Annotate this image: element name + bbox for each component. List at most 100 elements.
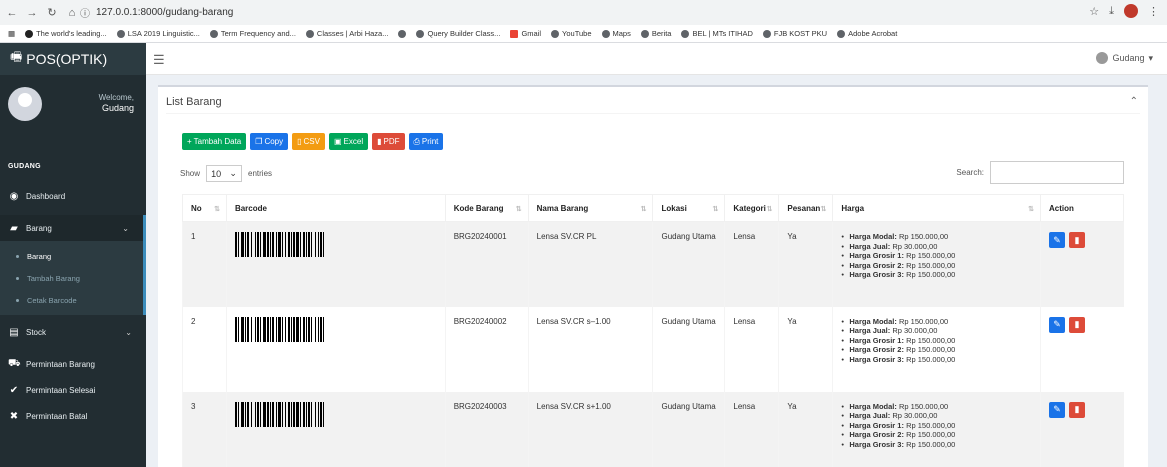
globe-icon	[305, 29, 314, 38]
sidebar-item-dashboard[interactable]: ◉ Dashboard	[0, 183, 146, 209]
user-panel: Welcome, Gudang	[0, 75, 146, 135]
globe-icon	[640, 29, 649, 38]
barcode-bar	[324, 402, 326, 427]
collapse-icon[interactable]: ⌃	[1130, 96, 1138, 107]
github-icon	[25, 29, 34, 38]
cell-no: 3	[182, 391, 227, 467]
bookmark-star-icon[interactable]: ☆	[1089, 5, 1099, 18]
sidebar: Welcome, Gudang GUDANG ◉ Dashboard ▰ Bar…	[0, 75, 146, 467]
column-header-no[interactable]: No ⇅	[182, 194, 227, 222]
table-row: 3 BRG20240003 Lensa SV.CR s+1.00 Gudang …	[182, 391, 1124, 467]
sidebar-item-barang[interactable]: ▰ Barang ⌄	[0, 215, 146, 241]
edit-button[interactable]: ✎	[1049, 401, 1066, 418]
pdf-button[interactable]: ▮ PDF	[372, 133, 405, 150]
harga-item: Harga Modal: Rp 150.000,00	[841, 402, 1032, 412]
bookmark-item[interactable]	[398, 29, 407, 38]
cell-kategori: Lensa	[724, 391, 779, 467]
cell-harga: Harga Modal: Rp 150.000,00 Harga Jual: R…	[832, 221, 1041, 307]
sort-icon: ⇅	[640, 206, 647, 213]
harga-item: Harga Grosir 3: Rp 150.000,00	[841, 440, 1032, 450]
sidebar-item-permintaan-barang[interactable]: ⛟ Permintaan Barang	[0, 351, 146, 377]
back-icon[interactable]: ←	[4, 5, 20, 21]
bookmark-item[interactable]: Berita	[640, 29, 671, 38]
print-button[interactable]: ⎙ Print	[408, 133, 444, 150]
bookmark-item[interactable]: LSA 2019 Linguistic...	[116, 29, 200, 38]
column-header-harga[interactable]: Harga ⇅	[832, 194, 1042, 222]
apps-icon[interactable]: ▦	[8, 29, 15, 38]
bookmark-item[interactable]: FJB KOST PKU	[762, 29, 827, 38]
download-icon[interactable]: ⤓	[1109, 5, 1114, 18]
site-info-icon[interactable]: ⓘ	[80, 5, 90, 20]
profile-icon[interactable]	[1124, 4, 1138, 18]
barcode-image	[234, 232, 437, 257]
cell-kode: BRG20240001	[444, 221, 529, 307]
url-text: 127.0.0.1:8000/gudang-barang	[96, 7, 234, 18]
delete-button[interactable]: ▮	[1069, 401, 1086, 418]
entries-select[interactable]: 10 ⌄	[206, 165, 243, 182]
delete-button[interactable]: ▮	[1069, 316, 1086, 333]
column-header-pesanan[interactable]: Pesanan ⇅	[778, 194, 834, 222]
globe-icon	[762, 29, 771, 38]
sidebar-toggle-icon[interactable]: ☰	[153, 52, 165, 68]
excel-button[interactable]: ▣ Excel	[328, 133, 369, 150]
globe-icon	[551, 29, 560, 38]
user-menu[interactable]: Gudang ▾	[1096, 52, 1153, 64]
column-header-nama-barang[interactable]: Nama Barang ⇅	[527, 194, 654, 222]
table-row: 2 BRG20240002 Lensa SV.CR s–1.00 Gudang …	[182, 306, 1124, 392]
bookmark-item[interactable]: Query Builder Class...	[416, 29, 500, 38]
sidebar-subitem-tambah-barang[interactable]: Tambah Barang	[0, 267, 143, 289]
home-icon[interactable]: ⌂	[64, 5, 80, 21]
tambah-data-button[interactable]: + Tambah Data	[182, 133, 247, 150]
cell-pesanan: Ya	[778, 306, 833, 392]
sort-icon: ⇅	[712, 206, 719, 213]
sidebar-subitem-barang[interactable]: Barang	[0, 245, 143, 267]
bookmark-item[interactable]: YouTube	[551, 29, 592, 38]
cell-nama: Lensa SV.CR s–1.00	[527, 306, 653, 392]
chrome-menu-icon[interactable]: ⋮	[1148, 5, 1159, 18]
edit-button[interactable]: ✎	[1049, 232, 1066, 248]
forward-icon[interactable]: →	[24, 5, 40, 21]
bookmark-item[interactable]: Term Frequency and...	[209, 29, 296, 38]
globe-icon	[416, 29, 425, 38]
harga-item: Harga Grosir 2: Rp 150.000,00	[841, 345, 1032, 355]
bookmark-item[interactable]: Classes | Arbi Haza...	[305, 29, 388, 38]
delete-button[interactable]: ▮	[1069, 232, 1086, 248]
file-icon: ▯	[297, 137, 302, 146]
entries-length: Show 10 ⌄ entries	[180, 165, 272, 182]
address-bar[interactable]: ⓘ 127.0.0.1:8000/gudang-barang	[80, 4, 1080, 21]
column-header-barcode[interactable]: Barcode	[225, 194, 446, 222]
edit-button[interactable]: ✎	[1049, 316, 1066, 333]
harga-item: Harga Grosir 3: Rp 150.000,00	[841, 270, 1032, 280]
sidebar-item-permintaan-selesai[interactable]: ✔ Permintaan Selesai	[0, 377, 146, 403]
brand-logo[interactable]: 🖷 POS(OPTIK)	[0, 43, 146, 75]
bullet-icon	[16, 254, 19, 258]
reload-icon[interactable]: ↻	[44, 5, 60, 21]
harga-item: Harga Jual: Rp 30.000,00	[841, 242, 1032, 252]
divider	[166, 113, 1140, 114]
avatar	[8, 87, 42, 121]
column-header-kode-barang[interactable]: Kode Barang ⇅	[444, 194, 529, 222]
bookmarks-bar: ▦ The world's leading... LSA 2019 Lingui…	[0, 25, 1167, 43]
bookmark-item[interactable]: Maps	[601, 29, 631, 38]
sidebar-subitem-cetak-barcode[interactable]: Cetak Barcode	[0, 289, 143, 311]
globe-icon	[116, 29, 125, 38]
column-header-lokasi[interactable]: Lokasi ⇅	[652, 194, 726, 222]
cell-lokasi: Gudang Utama	[652, 391, 725, 467]
cell-lokasi: Gudang Utama	[652, 306, 725, 392]
sidebar-item-stock[interactable]: ▤ Stock ⌄	[0, 319, 146, 345]
csv-button[interactable]: ▯ CSV	[292, 133, 325, 150]
barcode-image	[234, 401, 437, 427]
gmail-icon	[510, 29, 519, 38]
box-title: List Barang	[166, 96, 222, 108]
search-input[interactable]	[990, 161, 1124, 184]
copy-button[interactable]: ❐ Copy	[250, 133, 289, 150]
bookmark-item[interactable]: The world's leading...	[25, 29, 107, 38]
bookmark-item[interactable]: Gmail	[510, 29, 541, 38]
column-header-kategori[interactable]: Kategori ⇅	[724, 194, 780, 222]
bookmark-item[interactable]: Adobe Acrobat	[837, 29, 897, 38]
sidebar-item-permintaan-batal[interactable]: ✖ Permintaan Batal	[0, 403, 146, 429]
check-icon: ✔	[9, 384, 19, 396]
bookmark-item[interactable]: BEL | MTs ITIHAD	[681, 29, 753, 38]
top-navbar: 🖷 POS(OPTIK) ☰ Gudang ▾	[0, 43, 1167, 75]
bullet-icon	[16, 276, 19, 280]
